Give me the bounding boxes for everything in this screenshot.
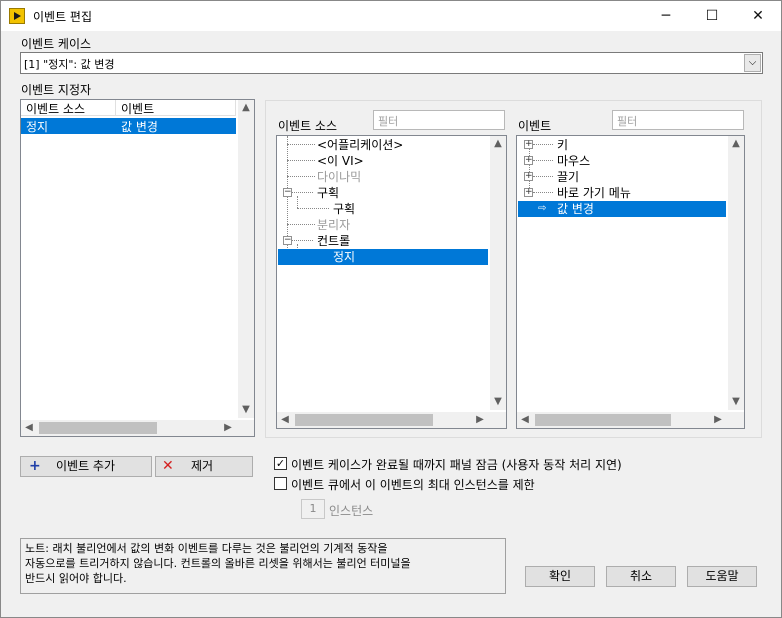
minimize-button[interactable]: ─ xyxy=(643,1,689,31)
tree-item-controls[interactable]: 컨트롤 xyxy=(317,233,350,249)
expand-icon[interactable]: + xyxy=(524,188,533,197)
tree-item-key[interactable]: 키 xyxy=(557,137,568,153)
scroll-left-icon[interactable]: ◀ xyxy=(517,412,533,428)
scroll-thumb[interactable] xyxy=(295,414,433,426)
scroll-up-icon[interactable]: ▲ xyxy=(728,136,744,152)
tree-item-mouse[interactable]: 마우스 xyxy=(557,153,590,169)
tree-item-value-change[interactable]: ⇨ 값 변경 xyxy=(518,201,726,217)
scroll-right-icon[interactable]: ▶ xyxy=(220,420,236,436)
expand-icon[interactable]: + xyxy=(524,156,533,165)
events-tree[interactable]: + 키 + 마우스 + 끌기 + 바로 가기 메뉴 ⇨ 값 변경 ▲ ▼ ◀ ▶ xyxy=(516,135,745,429)
tree-item-application[interactable]: <어플리케이션> xyxy=(317,137,403,153)
plus-icon: + xyxy=(29,458,41,474)
vertical-scrollbar[interactable]: ▲ ▼ xyxy=(490,136,506,410)
limit-instances-label[interactable]: 이벤트 큐에서 이 이벤트의 최대 인스턴스를 제한 xyxy=(291,476,535,493)
collapse-icon[interactable]: − xyxy=(283,236,292,245)
horizontal-scrollbar[interactable]: ◀ ▶ xyxy=(21,420,254,436)
scroll-right-icon[interactable]: ▶ xyxy=(710,412,726,428)
add-event-label: 이벤트 추가 xyxy=(56,459,116,473)
tree-item-shortcut-menu[interactable]: 바로 가기 메뉴 xyxy=(557,185,631,201)
tree-connector xyxy=(297,196,298,208)
expand-icon[interactable]: + xyxy=(524,140,533,149)
tree-item-pane[interactable]: 구획 xyxy=(317,185,339,201)
specifier-source-cell: 정지 xyxy=(26,120,49,134)
tree-item-this-vi[interactable]: <이 VI> xyxy=(317,153,364,169)
tree-item-drag[interactable]: 끌기 xyxy=(557,169,579,185)
tree-connector xyxy=(533,192,553,193)
vertical-scrollbar[interactable]: ▲ ▼ xyxy=(728,136,744,410)
event-cases-label: 이벤트 케이스 xyxy=(21,37,92,51)
tree-connector xyxy=(287,160,315,161)
limit-instances-checkbox[interactable] xyxy=(274,477,287,490)
scroll-right-icon[interactable]: ▶ xyxy=(472,412,488,428)
instances-label: 인스턴스 xyxy=(329,504,374,518)
event-edit-dialog: 이벤트 편집 ─ ☐ ✕ 이벤트 케이스 [1] "정지": 값 변경 ⌵ 이벤… xyxy=(0,0,782,618)
table-row[interactable]: 정지 값 변경 xyxy=(21,118,236,134)
instances-count-input[interactable]: 1 xyxy=(301,499,325,519)
title-bar: 이벤트 편집 ─ ☐ ✕ xyxy=(1,1,781,31)
remove-event-button[interactable]: ✕ 제거 xyxy=(155,456,253,477)
tree-connector xyxy=(291,192,313,193)
maximize-button[interactable]: ☐ xyxy=(689,1,735,31)
specifier-event-cell: 값 변경 xyxy=(121,120,158,134)
vertical-scrollbar[interactable]: ▲ ▼ xyxy=(238,100,254,418)
tree-connector xyxy=(533,144,553,145)
tree-item-splitter[interactable]: 분리자 xyxy=(317,217,350,233)
horizontal-scrollbar[interactable]: ◀ ▶ xyxy=(277,412,506,428)
arrow-right-icon: ⇨ xyxy=(538,203,547,214)
lock-panel-label[interactable]: 이벤트 케이스가 완료될 때까지 패널 잠금 (사용자 동작 처리 지연) xyxy=(291,456,622,473)
help-button[interactable]: 도움말 xyxy=(687,566,757,587)
tree-connector xyxy=(533,160,553,161)
collapse-icon[interactable]: − xyxy=(283,188,292,197)
lock-panel-checkbox[interactable]: ✓ xyxy=(274,457,287,470)
expand-icon[interactable]: + xyxy=(524,172,533,181)
column-header-source[interactable]: 이벤트 소스 xyxy=(21,100,116,116)
event-specifiers-label: 이벤트 지정자 xyxy=(21,83,92,97)
tree-connector xyxy=(287,224,315,225)
add-event-button[interactable]: + 이벤트 추가 xyxy=(20,456,152,477)
event-sources-label: 이벤트 소스 xyxy=(278,119,338,133)
remove-label: 제거 xyxy=(191,459,214,473)
note-line: 자동으로를 트리거하지 않습니다. 컨트롤의 올바른 리셋을 위해서는 불리언 … xyxy=(25,557,411,570)
tree-item-label: 값 변경 xyxy=(557,202,594,216)
note-line: 노트: 래치 불리언에서 값의 변화 이벤트를 다루는 것은 불리언의 기계적 … xyxy=(25,542,388,555)
scroll-down-icon[interactable]: ▼ xyxy=(238,402,254,418)
event-sources-tree[interactable]: <어플리케이션> <이 VI> 다이나믹 − 구획 구획 분리자 − 컨트롤 정… xyxy=(276,135,507,429)
horizontal-scrollbar[interactable]: ◀ ▶ xyxy=(517,412,744,428)
scroll-up-icon[interactable]: ▲ xyxy=(490,136,506,152)
scroll-left-icon[interactable]: ◀ xyxy=(21,420,37,436)
scroll-thumb[interactable] xyxy=(39,422,157,434)
tree-connector xyxy=(291,240,313,241)
tree-connector xyxy=(297,208,329,209)
events-filter-input[interactable]: 필터 xyxy=(612,110,744,130)
window-title: 이벤트 편집 xyxy=(33,10,93,24)
scroll-down-icon[interactable]: ▼ xyxy=(490,394,506,410)
scroll-left-icon[interactable]: ◀ xyxy=(277,412,293,428)
tree-connector xyxy=(287,176,315,177)
tree-connector xyxy=(287,144,315,145)
scroll-up-icon[interactable]: ▲ xyxy=(238,100,254,116)
event-specifiers-list[interactable]: 이벤트 소스 이벤트 정지 값 변경 ▲ ▼ ◀ ▶ xyxy=(20,99,255,437)
column-header-event[interactable]: 이벤트 xyxy=(116,100,236,116)
close-button[interactable]: ✕ xyxy=(735,1,781,31)
note-line: 반드시 읽어야 합니다. xyxy=(25,572,127,585)
remove-x-icon: ✕ xyxy=(162,458,174,474)
event-case-value: [1] "정지": 값 변경 xyxy=(24,58,115,71)
event-case-select[interactable]: [1] "정지": 값 변경 ⌵ xyxy=(20,52,763,74)
cancel-button[interactable]: 취소 xyxy=(606,566,676,587)
scroll-thumb[interactable] xyxy=(535,414,671,426)
tree-item-dynamic[interactable]: 다이나믹 xyxy=(317,169,361,185)
events-label: 이벤트 xyxy=(518,119,552,133)
labview-app-icon xyxy=(9,8,25,24)
note-box: 노트: 래치 불리언에서 값의 변화 이벤트를 다루는 것은 불리언의 기계적 … xyxy=(20,538,506,594)
tree-connector xyxy=(533,176,553,177)
event-sources-filter-input[interactable]: 필터 xyxy=(373,110,505,130)
tree-item-stop[interactable]: 정지 xyxy=(278,249,488,265)
ok-button[interactable]: 확인 xyxy=(525,566,595,587)
chevron-down-icon[interactable]: ⌵ xyxy=(744,54,761,72)
tree-item-pane-child[interactable]: 구획 xyxy=(333,201,355,217)
scroll-down-icon[interactable]: ▼ xyxy=(728,394,744,410)
